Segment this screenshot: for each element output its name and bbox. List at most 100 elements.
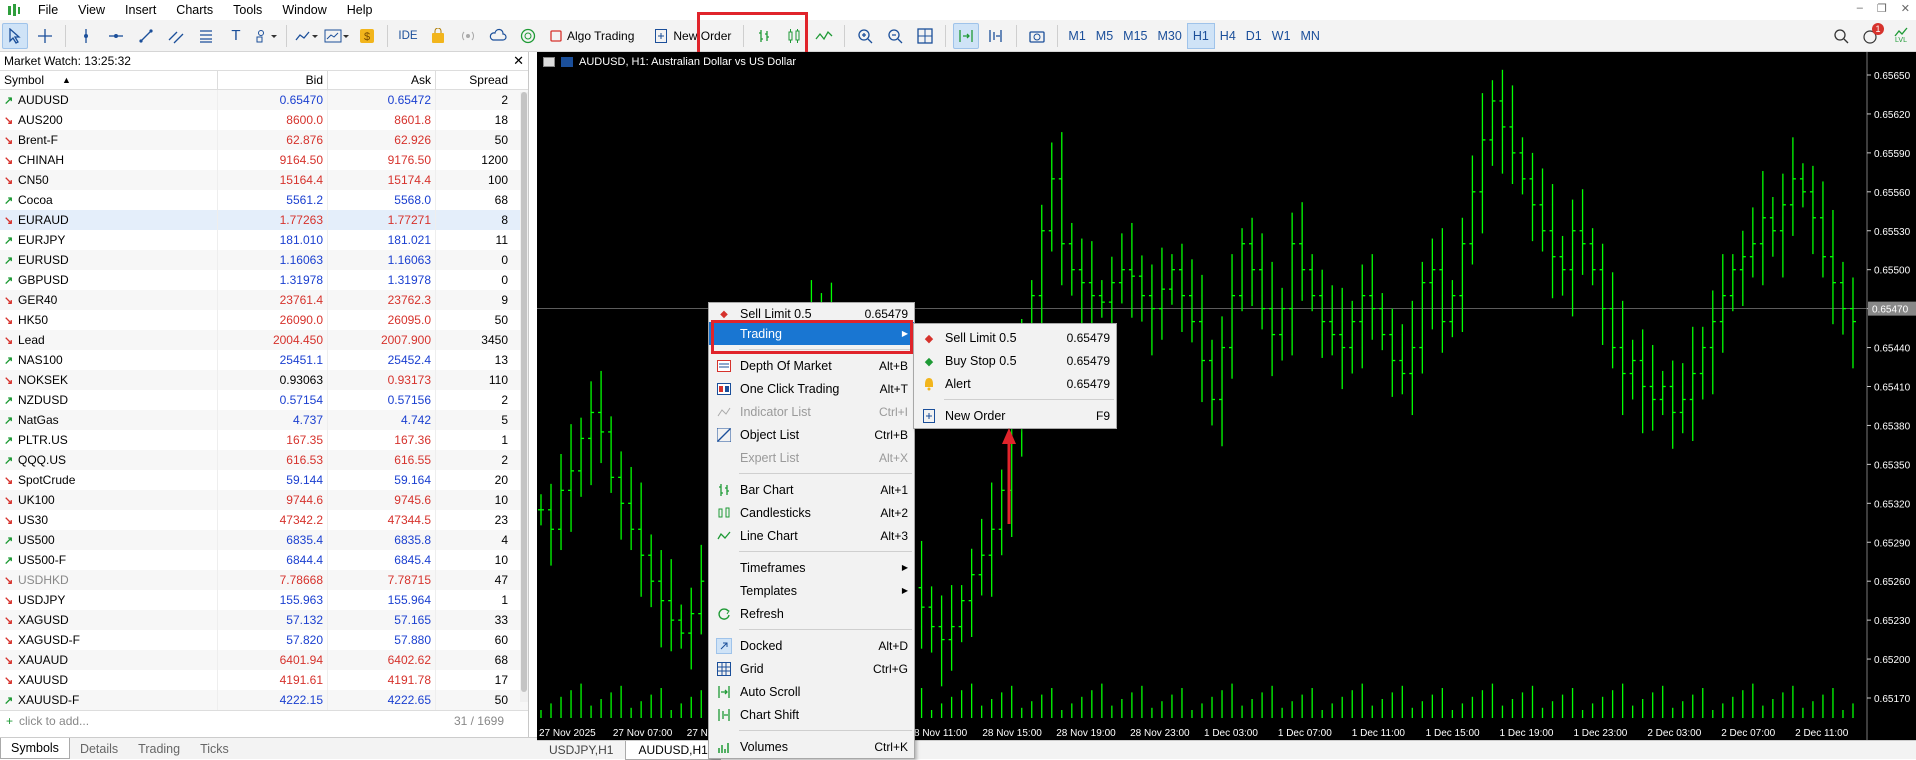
submenu-alert[interactable]: Alert 0.65479	[914, 372, 1116, 395]
timeframe-w1[interactable]: W1	[1267, 23, 1296, 49]
scrollbar-thumb[interactable]	[521, 92, 527, 692]
market-watch-row[interactable]: ↘ XAGUSD 57.132 57.165 33	[0, 610, 528, 630]
menu-bar-chart[interactable]: Bar Chart Alt+1	[709, 478, 914, 501]
crosshair-tool-button[interactable]	[32, 23, 58, 49]
bid-column-header[interactable]: Bid	[218, 71, 328, 89]
menu-indicator-list[interactable]: Indicator List Ctrl+I	[709, 400, 914, 423]
timeframe-m30[interactable]: M30	[1152, 23, 1186, 49]
market-watch-row[interactable]: ↗ NZDUSD 0.57154 0.57156 2	[0, 390, 528, 410]
timeframe-d1[interactable]: D1	[1241, 23, 1267, 49]
community-button[interactable]	[515, 23, 541, 49]
menu-depth-of-market[interactable]: Depth Of Market Alt+B	[709, 354, 914, 377]
fibonacci-button[interactable]	[193, 23, 219, 49]
market-watch-row[interactable]: ↘ USDJPY 155.963 155.964 1	[0, 590, 528, 610]
menu-object-list[interactable]: Object List Ctrl+B	[709, 423, 914, 446]
add-symbol-field[interactable]: + click to add...	[6, 714, 89, 728]
market-watch-row[interactable]: ↘ SpotCrude 59.144 59.164 20	[0, 470, 528, 490]
menu-charts[interactable]: Charts	[166, 0, 223, 20]
market-button[interactable]	[425, 23, 451, 49]
text-tool-button[interactable]: T	[223, 23, 249, 49]
tab-trading[interactable]: Trading	[128, 739, 190, 759]
menu-line-chart[interactable]: Line Chart Alt+3	[709, 524, 914, 547]
search-button[interactable]	[1828, 23, 1854, 49]
deposit-button[interactable]: $	[354, 23, 380, 49]
line-chart-button[interactable]	[811, 23, 837, 49]
timeframe-m1[interactable]: M1	[1063, 23, 1090, 49]
spread-column-header[interactable]: Spread	[436, 71, 512, 89]
market-watch-row[interactable]: ↘ CN50 15164.4 15174.4 100	[0, 170, 528, 190]
menu-volumes[interactable]: Volumes Ctrl+K	[709, 735, 914, 758]
menu-window[interactable]: Window	[272, 0, 336, 20]
market-watch-row[interactable]: ↗ NAS100 25451.1 25452.4 13	[0, 350, 528, 370]
trendline-button[interactable]	[133, 23, 159, 49]
screenshot-button[interactable]	[1024, 23, 1050, 49]
indicators-button[interactable]	[294, 23, 320, 49]
market-watch-row[interactable]: ↗ EURJPY 181.010 181.021 11	[0, 230, 528, 250]
shapes-button[interactable]	[253, 23, 279, 49]
symbol-column-header[interactable]: Symbol ▲	[0, 71, 218, 89]
market-watch-row[interactable]: ↘ Brent-F 62.876 62.926 50	[0, 130, 528, 150]
market-watch-row[interactable]: ↘ GER40 23761.4 23762.3 9	[0, 290, 528, 310]
zoom-in-button[interactable]	[852, 23, 878, 49]
algo-trading-button[interactable]: Algo Trading	[545, 23, 639, 49]
chart-type-button[interactable]	[324, 23, 350, 49]
timeframe-m5[interactable]: M5	[1091, 23, 1118, 49]
market-watch-row[interactable]: ↘ XAGUSD-F 57.820 57.880 60	[0, 630, 528, 650]
market-watch-row[interactable]: ↗ NatGas 4.737 4.742 5	[0, 410, 528, 430]
zoom-out-button[interactable]	[882, 23, 908, 49]
chart-menu-icon[interactable]	[543, 57, 555, 67]
menu-view[interactable]: View	[68, 0, 115, 20]
timeframe-h1[interactable]: H1	[1186, 22, 1215, 49]
ide-button[interactable]: IDE	[395, 23, 421, 49]
submenu-new-order[interactable]: New Order F9	[914, 404, 1116, 427]
menu-help[interactable]: Help	[337, 0, 383, 20]
market-watch-row[interactable]: ↘ EURAUD 1.77263 1.77271 8	[0, 210, 528, 230]
menu-docked[interactable]: Docked Alt+D	[709, 634, 914, 657]
menu-templates[interactable]: Templates ▶	[709, 579, 914, 602]
market-watch-row[interactable]: ↗ QQQ.US 616.53 616.55 2	[0, 450, 528, 470]
market-watch-row[interactable]: ↘ XAUAUD 6401.94 6402.62 68	[0, 650, 528, 670]
market-watch-scrollbar[interactable]	[520, 92, 528, 702]
market-watch-row[interactable]: ↗ XAUUSD-F 4222.15 4222.65 50	[0, 690, 528, 710]
market-watch-row[interactable]: ↘ NOKSEK 0.93063 0.93173 110	[0, 370, 528, 390]
chart-tab-usdjpy[interactable]: USDJPY,H1	[537, 741, 625, 760]
signals-button[interactable]	[455, 23, 481, 49]
menu-grid[interactable]: Grid Ctrl+G	[709, 657, 914, 680]
market-watch-row[interactable]: ↗ US500 6835.4 6835.8 4	[0, 530, 528, 550]
notifications-button[interactable]: 1	[1858, 22, 1884, 49]
market-watch-row[interactable]: ↗ PLTR.US 167.35 167.36 1	[0, 430, 528, 450]
cursor-tool-button[interactable]	[2, 22, 28, 49]
vertical-line-button[interactable]	[73, 23, 99, 49]
ask-column-header[interactable]: Ask	[328, 71, 436, 89]
chart-shift-button[interactable]	[983, 23, 1009, 49]
market-watch-row[interactable]: ↘ Lead 2004.450 2007.900 3450	[0, 330, 528, 350]
market-watch-row[interactable]: ↘ UK100 9744.6 9745.6 10	[0, 490, 528, 510]
timeframe-m15[interactable]: M15	[1118, 23, 1152, 49]
menu-candlesticks[interactable]: Candlesticks Alt+2	[709, 501, 914, 524]
market-watch-row[interactable]: ↗ US500-F 6844.4 6845.4 10	[0, 550, 528, 570]
chart-tab-audusd[interactable]: AUDUSD,H1	[625, 740, 721, 760]
market-watch-row[interactable]: ↘ AUS200 8600.0 8601.8 18	[0, 110, 528, 130]
close-icon[interactable]: ✕	[1901, 2, 1910, 15]
market-watch-row[interactable]: ↘ US30 47342.2 47344.5 23	[0, 510, 528, 530]
submenu-buy-stop[interactable]: ◆ Buy Stop 0.5 0.65479	[914, 349, 1116, 372]
tab-symbols[interactable]: Symbols	[0, 738, 70, 759]
market-watch-row[interactable]: ↘ XAUUSD 4191.61 4191.78 17	[0, 670, 528, 690]
market-watch-row[interactable]: ↘ HK50 26090.0 26095.0 50	[0, 310, 528, 330]
level-button[interactable]: LVL	[1888, 23, 1914, 49]
market-watch-row[interactable]: ↗ EURUSD 1.16063 1.16063 0	[0, 250, 528, 270]
timeframe-h4[interactable]: H4	[1215, 23, 1241, 49]
menu-file[interactable]: File	[28, 0, 68, 20]
horizontal-line-button[interactable]	[103, 23, 129, 49]
submenu-sell-limit[interactable]: ◆ Sell Limit 0.5 0.65479	[914, 326, 1116, 349]
tile-windows-button[interactable]	[912, 23, 938, 49]
menu-auto-scroll[interactable]: Auto Scroll	[709, 680, 914, 703]
menu-one-click-trading[interactable]: One Click Trading Alt+T	[709, 377, 914, 400]
market-watch-row[interactable]: ↗ Cocoa 5561.2 5568.0 68	[0, 190, 528, 210]
market-watch-row[interactable]: ↗ GBPUSD 1.31978 1.31978 0	[0, 270, 528, 290]
auto-scroll-button[interactable]	[953, 22, 980, 49]
channel-button[interactable]	[163, 23, 189, 49]
minimize-icon[interactable]: –	[1857, 2, 1863, 15]
tab-details[interactable]: Details	[70, 739, 128, 759]
menu-chart-shift[interactable]: Chart Shift	[709, 703, 914, 726]
